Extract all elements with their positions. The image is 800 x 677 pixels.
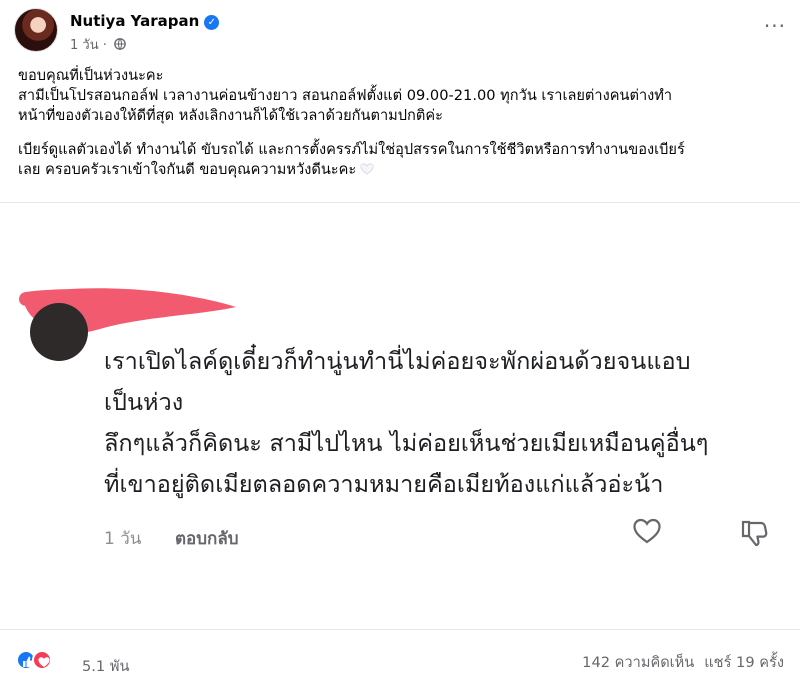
share-count[interactable]: แชร์ 19 ครั้ง (704, 654, 784, 671)
author-name[interactable]: Nutiya Yarapan (70, 12, 199, 30)
comment-count[interactable]: 142 ความคิดเห็น (582, 654, 694, 671)
reaction-count[interactable]: 5.1 พัน (82, 655, 129, 677)
post-time[interactable]: 1 วัน (70, 38, 99, 53)
like-outline-icon (633, 518, 661, 544)
comment-screenshot[interactable]: เราเปิดไลค์ดูเดี๋ยวก็ทำนู่นทำนี่ไม่ค่อยจ… (0, 202, 800, 630)
caption-paragraph-2-text: เบียร์ดูแลตัวเองได้ ทำงานได้ ขับรถได้ แล… (18, 141, 685, 178)
white-heart-emoji (360, 163, 374, 175)
author-name-row: Nutiya Yarapan ✓ (70, 12, 220, 30)
commenter-avatar (30, 303, 88, 361)
globe-icon[interactable] (114, 38, 126, 50)
post-meta: 1 วัน · (70, 34, 126, 55)
verified-badge-icon: ✓ (204, 15, 220, 30)
engagement-stats: 142 ความคิดเห็น แชร์ 19 ครั้ง (582, 651, 784, 674)
dislike-outline-icon (741, 520, 768, 547)
meta-separator: · (102, 38, 107, 53)
post-footer: 5.1 พัน 142 ความคิดเห็น แชร์ 19 ครั้ง (0, 646, 800, 677)
love-reaction-icon (32, 650, 52, 670)
comment-time: 1 วัน (104, 529, 142, 549)
caption-paragraph: ขอบคุณที่เป็นห่วงนะคะ สามีเป็นโปรสอนกอล์… (18, 67, 673, 124)
comment-text: เราเปิดไลค์ดูเดี๋ยวก็ทำนู่นทำนี่ไม่ค่อยจ… (104, 347, 709, 498)
more-icon[interactable]: ··· (764, 14, 786, 38)
post-header: Nutiya Yarapan ✓ 1 วัน · ··· (14, 8, 786, 56)
post-caption: ขอบคุณที่เป็นห่วงนะคะ สามีเป็นโปรสอนกอล์… (18, 66, 782, 180)
author-avatar[interactable] (14, 8, 58, 52)
comment-reply-button: ตอบกลับ (175, 529, 239, 549)
caption-paragraph-2: เบียร์ดูแลตัวเองได้ ทำงานได้ ขับรถได้ แล… (18, 140, 782, 180)
